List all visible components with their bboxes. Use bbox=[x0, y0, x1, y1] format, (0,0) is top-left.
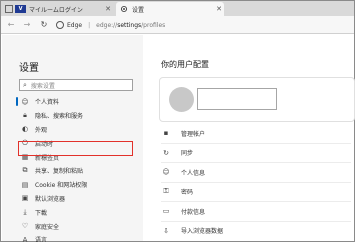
sync-icon: ↻ bbox=[163, 148, 169, 157]
person-info-icon: ☺ bbox=[162, 168, 170, 177]
sidebar-item-languages[interactable]: A 语言 bbox=[19, 233, 143, 242]
tab-strip: V マイルームログイン ✕ 设置 ✕ bbox=[1, 1, 354, 16]
card-icon: ▭ bbox=[162, 207, 170, 216]
tab-title: 设置 bbox=[132, 6, 145, 14]
sidebar-item-label: Cookie 和网站权限 bbox=[35, 182, 88, 190]
list-item-manage-account[interactable]: ▪ 管理帐户 bbox=[161, 125, 351, 142]
sidebar-item-profiles[interactable]: ☺ 个人資料 bbox=[16, 95, 143, 109]
sidebar-item-label: 下載 bbox=[35, 209, 48, 217]
settings-nav: ☺ 个人資料 🔒︎ 隐私、搜索和服务 ◐ 外观 ⏻ 启动时 ▦ 新標签页 ⧉ 共… bbox=[16, 95, 143, 242]
profile-card bbox=[159, 77, 355, 122]
sidebar-item-cookies[interactable]: ▤ Cookie 和网站权限 bbox=[19, 178, 143, 192]
key-icon: ⚿ bbox=[163, 187, 169, 196]
close-icon[interactable]: ✕ bbox=[214, 5, 224, 13]
download-icon: ⤓ bbox=[23, 207, 27, 216]
appearance-icon: ◐ bbox=[21, 125, 29, 134]
list-item-payment-info[interactable]: ▭ 付款信息 bbox=[161, 203, 351, 220]
list-item-label: 管理帐户 bbox=[181, 130, 206, 138]
sidebar-item-label: 外观 bbox=[35, 126, 48, 134]
divider bbox=[161, 201, 351, 202]
sidebar-item-label: 语言 bbox=[35, 237, 48, 242]
gear-icon bbox=[120, 5, 128, 13]
import-icon: ⇩ bbox=[163, 226, 169, 235]
address-url: edge://settings/profiles bbox=[96, 21, 166, 29]
list-item-label: 付款信息 bbox=[181, 208, 206, 216]
sidebar-item-downloads[interactable]: ⤓ 下載 bbox=[19, 205, 143, 219]
sidebar-item-label: 个人資料 bbox=[35, 99, 60, 107]
profiles-panel: 你的用户配置 ▪ 管理帐户 ↻ 同步 ☺ 个人信息 ⚿ 密码 ▭ 付款信息 ⇩ … bbox=[144, 35, 355, 241]
divider bbox=[161, 142, 351, 144]
language-icon: A bbox=[22, 235, 28, 242]
sidebar-item-label: 默认浏览器 bbox=[35, 195, 66, 203]
list-item-import-data[interactable]: ⇩ 导入浏览器数据 bbox=[161, 223, 351, 240]
close-icon[interactable]: ✕ bbox=[103, 5, 113, 13]
profile-name-field[interactable] bbox=[197, 88, 277, 110]
divider bbox=[161, 162, 351, 163]
list-item-personal-info[interactable]: ☺ 个人信息 bbox=[161, 164, 351, 181]
v-site-icon: V bbox=[15, 5, 26, 13]
sidebar-item-appearance[interactable]: ◐ 外观 bbox=[19, 123, 143, 137]
page-title: 你的用户配置 bbox=[161, 60, 209, 69]
forward-arrow-icon[interactable]: → bbox=[21, 19, 33, 31]
search-placeholder: 搜索设置 bbox=[30, 82, 55, 90]
browser-icon: ▣ bbox=[21, 194, 29, 203]
person-icon: ☺ bbox=[21, 97, 29, 106]
divider bbox=[161, 220, 351, 222]
sidebar-item-privacy[interactable]: 🔒︎ 隐私、搜索和服务 bbox=[19, 109, 143, 123]
tab-title: マイルームログイン bbox=[29, 6, 83, 14]
sidebar-item-family[interactable]: ♡ 家庭安全 bbox=[19, 219, 143, 233]
cookie-icon: ▤ bbox=[21, 180, 29, 189]
refresh-icon[interactable]: ↻ bbox=[38, 19, 50, 31]
settings-sidebar: 设置 ⌕ 搜索设置 ☺ 个人資料 🔒︎ 隐私、搜索和服务 ◐ 外观 ⏻ 启动时 bbox=[2, 35, 143, 242]
sidebar-item-label: 共享、复制和粘贴 bbox=[35, 168, 84, 176]
list-item-label: 个人信息 bbox=[181, 169, 206, 177]
list-item-sync[interactable]: ↻ 同步 bbox=[161, 145, 351, 162]
share-icon: ⧉ bbox=[22, 166, 28, 175]
highlight-annotation bbox=[18, 141, 133, 156]
avatar[interactable] bbox=[169, 87, 194, 112]
divider bbox=[161, 181, 351, 183]
tab-myroom-login[interactable]: V マイルームログイン ✕ bbox=[5, 2, 113, 16]
profile-settings-list: ▪ 管理帐户 ↻ 同步 ☺ 个人信息 ⚿ 密码 ▭ 付款信息 ⇩ 导入浏览器数据 bbox=[161, 125, 351, 239]
tab-settings[interactable]: 设置 ✕ bbox=[116, 2, 224, 16]
back-arrow-icon[interactable]: ← bbox=[5, 19, 17, 31]
address-separator: | bbox=[88, 21, 91, 29]
list-item-passwords[interactable]: ⚿ 密码 bbox=[161, 184, 351, 201]
list-item-label: 同步 bbox=[181, 150, 194, 158]
sidebar-item-default-browser[interactable]: ▣ 默认浏览器 bbox=[19, 192, 143, 206]
family-icon: ♡ bbox=[21, 222, 29, 231]
address-toolbar: ← → ↻ Edge | edge://settings/profiles bbox=[1, 16, 354, 34]
list-item-label: 密码 bbox=[181, 189, 194, 197]
list-item-label: 导入浏览器数据 bbox=[181, 228, 224, 236]
edge-logo-icon bbox=[56, 21, 64, 29]
sidebar-item-label: 隐私、搜索和服务 bbox=[35, 113, 84, 121]
settings-search-input[interactable]: ⌕ 搜索设置 bbox=[19, 79, 133, 91]
address-site-label: Edge bbox=[67, 21, 83, 29]
tab-actions-icon[interactable] bbox=[5, 5, 13, 13]
sidebar-item-share[interactable]: ⧉ 共享、复制和粘贴 bbox=[19, 164, 143, 178]
sidebar-item-label: 家庭安全 bbox=[35, 223, 60, 231]
address-bar[interactable]: Edge | edge://settings/profiles bbox=[56, 19, 165, 31]
account-icon: ▪ bbox=[163, 129, 169, 138]
search-icon: ⌕ bbox=[23, 80, 27, 89]
settings-title: 设置 bbox=[19, 63, 39, 74]
browser-window: V マイルームログイン ✕ 设置 ✕ ← → ↻ Edge | edge://s… bbox=[0, 0, 355, 242]
lock-icon: 🔒︎ bbox=[23, 111, 27, 120]
